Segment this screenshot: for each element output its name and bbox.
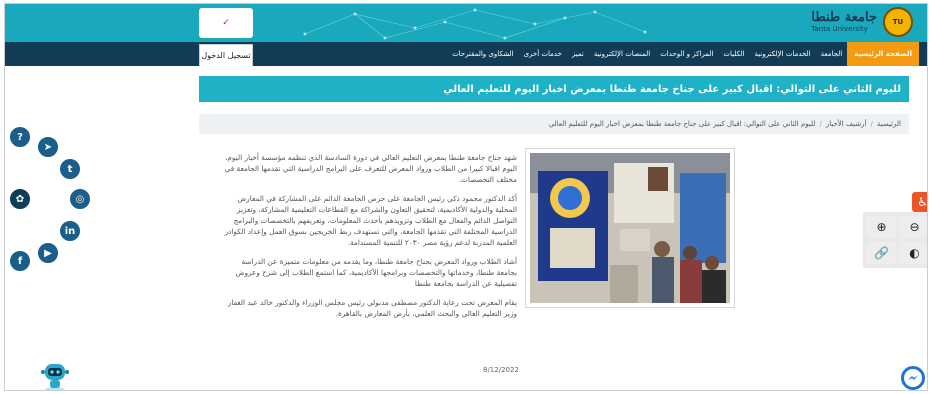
- zoom-out-icon[interactable]: ⊖: [900, 216, 927, 238]
- link-icon[interactable]: 🔗: [867, 242, 896, 264]
- exhibition-booth-image: [530, 153, 730, 303]
- article-body: شهد جناح جامعة طنطا بمعرض التعليم العالي…: [219, 152, 517, 327]
- messenger-icon[interactable]: [901, 366, 925, 390]
- breadcrumb-separator: /: [870, 120, 873, 128]
- login-button[interactable]: تسجيل الدخول: [199, 44, 253, 66]
- breadcrumb-archive[interactable]: أرشيف الأخبار: [826, 120, 867, 128]
- network-pattern: [303, 8, 647, 40]
- nav-item-excellence[interactable]: تميز: [567, 42, 589, 66]
- youtube-icon[interactable]: ▶: [37, 242, 59, 264]
- side-logo-mark: ✓: [222, 18, 230, 28]
- social-toggle-icon[interactable]: ✿: [9, 188, 31, 210]
- nav-item-other-services[interactable]: خدمات أخرى: [519, 42, 567, 66]
- chatbot-icon[interactable]: [39, 360, 71, 391]
- page-title: لليوم الثاني على التوالي: اقبال كبير على…: [199, 76, 909, 102]
- breadcrumb-home[interactable]: الرئيسية: [877, 120, 901, 128]
- header-band: ✓ TU جامعة طنطا Tanta University: [5, 4, 927, 42]
- instagram-icon[interactable]: ◎: [69, 188, 91, 210]
- contrast-icon[interactable]: ◐: [900, 242, 927, 264]
- article-paragraph: شهد جناح جامعة طنطا بمعرض التعليم العالي…: [224, 153, 517, 184]
- facebook-icon[interactable]: f: [9, 250, 31, 272]
- nav-item-university[interactable]: الجامعة: [816, 42, 848, 66]
- university-name-en: Tanta University: [811, 24, 868, 33]
- publish-date: 8/12/2022: [483, 366, 519, 374]
- telegram-icon[interactable]: ➤: [37, 136, 59, 158]
- accessibility-icon[interactable]: ♿: [912, 192, 927, 212]
- nav-item-home[interactable]: الصفحة الرئيسية: [847, 42, 919, 66]
- university-brand[interactable]: TU جامعة طنطا Tanta University: [811, 7, 913, 37]
- article-paragraph: أشاد الطلاب ورواد المعرض بجناح جامعة طنط…: [235, 257, 517, 288]
- side-logo[interactable]: ✓: [199, 8, 253, 38]
- twitter-icon[interactable]: t: [59, 158, 81, 180]
- news-photo[interactable]: [525, 148, 735, 308]
- nav-item-centers[interactable]: المراكز و الوحدات: [655, 42, 718, 66]
- article-paragraph: أكد الدكتور محمود ذكي رئيس الجامعة على ح…: [224, 194, 517, 247]
- nav-item-e-platforms[interactable]: المنصات الإلكترونية: [589, 42, 655, 66]
- nav-item-faculties[interactable]: الكليات: [718, 42, 749, 66]
- main-nav: الصفحة الرئيسية الجامعة الخدمات الإلكترو…: [5, 42, 927, 66]
- messenger-bolt-icon: [908, 375, 918, 380]
- university-seal-icon: TU: [883, 7, 913, 37]
- nav-item-complaints[interactable]: الشكاوى والمقترحات: [447, 42, 518, 66]
- university-name-ar: جامعة طنطا: [811, 9, 877, 25]
- breadcrumb: الرئيسية / أرشيف الأخبار / لليوم الثاني …: [199, 114, 909, 134]
- article-paragraph: يقام المعرض تحت رعاية الدكتور مصطفى مدبو…: [227, 298, 517, 318]
- help-icon[interactable]: ?: [9, 126, 31, 148]
- browser-frame: ✓ TU جامعة طنطا Tanta University الصفحة …: [4, 3, 928, 391]
- accessibility-panel: ⊕ ⊖ 🔗 ◐: [863, 212, 927, 268]
- breadcrumb-separator: /: [819, 120, 822, 128]
- breadcrumb-current: لليوم الثاني على التوالي: اقبال كبير على…: [548, 120, 816, 128]
- nav-item-e-services[interactable]: الخدمات الإلكترونية: [750, 42, 816, 66]
- zoom-in-icon[interactable]: ⊕: [867, 216, 896, 238]
- linkedin-icon[interactable]: in: [59, 220, 81, 242]
- seal-label: TU: [892, 18, 904, 26]
